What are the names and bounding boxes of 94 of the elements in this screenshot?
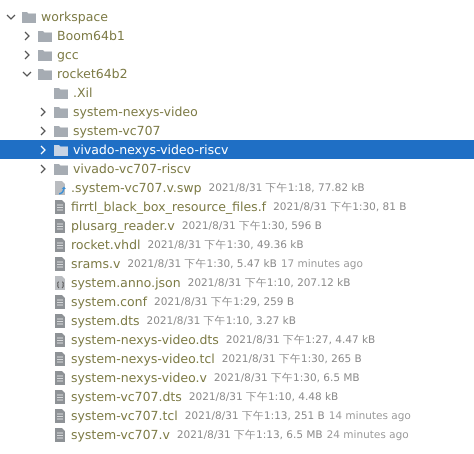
file-name: rocket.vhdl	[71, 237, 140, 252]
file-icon	[54, 200, 66, 214]
tree-row[interactable]: workspace	[0, 7, 474, 26]
folder-name: vivado-vc707-riscv	[73, 161, 191, 176]
tree-row[interactable]: .Xil	[0, 83, 474, 102]
folder-name: rocket64b2	[57, 66, 128, 81]
file-details: 2021/8/31 下午1:30, 49.36 kB	[147, 238, 304, 252]
folder-name: .Xil	[73, 85, 92, 100]
file-details: 2021/8/31 下午1:13, 6.5 MB	[176, 428, 323, 442]
tree-row[interactable]: system-vc707.dts 2021/8/31 下午1:10, 4.48 kB	[0, 387, 474, 406]
file-name: firrtl_black_box_resource_files.f	[71, 199, 266, 214]
chevron-right-icon[interactable]	[38, 144, 48, 154]
tree-row[interactable]: system-vc707.tcl 2021/8/31 下午1:13, 251 B 14 minutes ago	[0, 406, 474, 425]
file-name: system-vc707.v	[71, 427, 170, 442]
tree-row[interactable]: system.dts 2021/8/31 下午1:10, 3.27 kB	[0, 311, 474, 330]
tree-row[interactable]: gcc	[0, 45, 474, 64]
file-name: system-nexys-video.dts	[71, 332, 219, 347]
folder-icon	[38, 68, 52, 80]
file-details: 2021/8/31 下午1:30, 81 B	[273, 200, 406, 214]
file-details: 2021/8/31 下午1:29, 259 B	[154, 294, 294, 308]
tree-row[interactable]: srams.v 2021/8/31 下午1:30, 5.47 kB 17 minutes ago	[0, 254, 474, 273]
chevron-right-icon[interactable]	[38, 164, 48, 174]
modified-time: 17 minutes ago	[280, 258, 363, 270]
folder-name: system-nexys-video	[73, 104, 198, 119]
file-link-icon	[54, 180, 66, 194]
file-icon	[54, 332, 66, 346]
tree-row[interactable]: system.anno.json 2021/8/31 下午1:10, 207.12 kB	[0, 273, 474, 292]
folder-icon	[38, 48, 52, 60]
tree-row[interactable]: system.conf 2021/8/31 下午1:29, 259 B	[0, 292, 474, 311]
file-icon	[54, 218, 66, 232]
chevron-right-icon[interactable]	[38, 106, 48, 116]
folder-name: workspace	[41, 9, 108, 24]
file-details: 2021/8/31 下午1:30, 596 B	[182, 218, 322, 232]
file-details: 2021/8/31 下午1:30, 265 B	[222, 352, 362, 366]
tree-row[interactable]: firrtl_black_box_resource_files.f 2021/8/31 下午1:30, 81 B	[0, 197, 474, 216]
file-name: system-vc707.dts	[71, 389, 182, 404]
folder-icon	[22, 10, 36, 22]
tree-row[interactable]: system-nexys-video.v 2021/8/31 下午1:30, 6.5 MB	[0, 368, 474, 387]
folder-name: Boom64b1	[57, 28, 125, 43]
file-icon	[54, 294, 66, 308]
folder-icon	[38, 30, 52, 42]
file-details: 2021/8/31 下午1:30, 6.5 MB	[214, 370, 360, 384]
file-name: .system-vc707.v.swp	[71, 180, 202, 195]
folder-name: gcc	[57, 47, 79, 62]
file-details: 2021/8/31 下午1:30, 5.47 kB	[127, 256, 277, 270]
folder-name: system-vc707	[73, 123, 160, 138]
folder-icon	[54, 106, 68, 118]
chevron-down-icon[interactable]	[22, 68, 32, 78]
file-icon	[54, 390, 66, 404]
file-name: system-vc707.tcl	[71, 408, 178, 423]
tree-row[interactable]: system-nexys-video.dts 2021/8/31 下午1:27, 4.47 kB	[0, 330, 474, 349]
file-details: 2021/8/31 下午1:18, 77.82 kB	[208, 180, 365, 194]
file-details: 2021/8/31 下午1:10, 207.12 kB	[188, 276, 350, 290]
file-icon	[54, 370, 66, 384]
folder-icon	[54, 162, 68, 174]
file-name: system-nexys-video.tcl	[71, 351, 215, 366]
file-name: system.anno.json	[71, 275, 181, 290]
tree-row[interactable]: system-vc707	[0, 121, 474, 140]
file-details: 2021/8/31 下午1:27, 4.47 kB	[226, 332, 376, 346]
tree-row[interactable]: rocket.vhdl 2021/8/31 下午1:30, 49.36 kB	[0, 235, 474, 254]
file-icon	[54, 238, 66, 252]
file-details: 2021/8/31 下午1:10, 3.27 kB	[146, 314, 296, 328]
tree-row[interactable]: Boom64b1	[0, 26, 474, 45]
chevron-right-icon[interactable]	[22, 50, 32, 60]
file-details: 2021/8/31 下午1:13, 251 B	[184, 408, 325, 422]
file-name: system.conf	[71, 294, 148, 309]
tree-row[interactable]: plusarg_reader.v 2021/8/31 下午1:30, 596 B	[0, 216, 474, 235]
folder-icon	[54, 86, 68, 98]
tree-row[interactable]: .system-vc707.v.swp 2021/8/31 下午1:18, 77.82 kB	[0, 178, 474, 197]
tree-row[interactable]: system-vc707.v 2021/8/31 下午1:13, 6.5 MB 24 minutes ago	[0, 425, 474, 444]
modified-time: 24 minutes ago	[326, 428, 409, 440]
file-icon	[54, 256, 66, 270]
chevron-right-icon[interactable]	[22, 30, 32, 40]
file-icon	[54, 314, 66, 328]
file-icon	[54, 408, 66, 422]
file-name: system-nexys-video.v	[71, 370, 207, 385]
file-icon	[54, 352, 66, 366]
chevron-right-icon[interactable]	[38, 126, 48, 136]
file-icon	[54, 428, 66, 442]
json-file-icon	[54, 276, 66, 290]
folder-icon	[54, 124, 68, 136]
file-name: system.dts	[71, 313, 140, 328]
file-details: 2021/8/31 下午1:10, 4.48 kB	[188, 390, 338, 404]
tree-row[interactable]: system-nexys-video.tcl 2021/8/31 下午1:30, 265 B	[0, 349, 474, 368]
tree-row[interactable]: system-nexys-video	[0, 102, 474, 121]
chevron-down-icon[interactable]	[6, 12, 16, 22]
file-name: plusarg_reader.v	[71, 218, 175, 233]
folder-icon	[54, 144, 68, 156]
tree-row[interactable]: vivado-vc707-riscv	[0, 159, 474, 178]
file-name: srams.v	[71, 256, 120, 271]
modified-time: 14 minutes ago	[328, 410, 411, 422]
tree-row[interactable]: rocket64b2	[0, 64, 474, 83]
folder-name: vivado-nexys-video-riscv	[73, 142, 228, 157]
selected-row[interactable]: vivado-nexys-video-riscv	[0, 140, 474, 159]
